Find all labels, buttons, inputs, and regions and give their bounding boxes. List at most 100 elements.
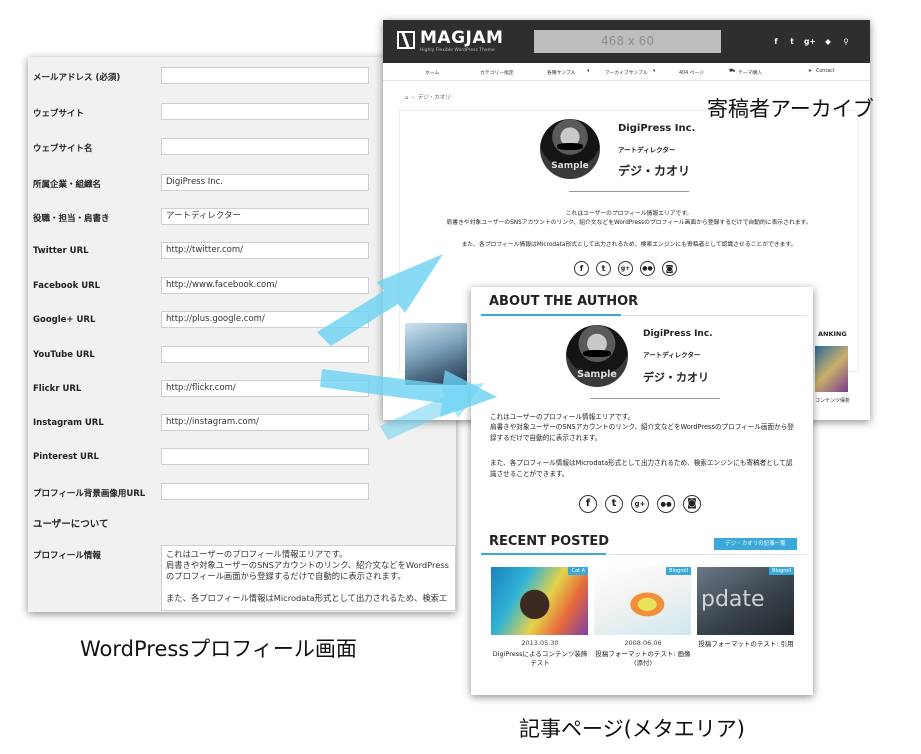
author-desc-line5: 識させることができます。 — [490, 470, 569, 478]
instagram-icon[interactable]: ◙ — [662, 261, 677, 276]
facebook-icon[interactable]: f — [574, 261, 589, 276]
profile-info-textarea[interactable]: これはユーザーのプロフィール情報エリアです。 肩書きや対象ユーザーのSNSアカウ… — [161, 545, 456, 611]
author-desc-line3: また、各プロフィール情報はMicrodata形式として出力されるため、検索エンジ… — [461, 242, 797, 248]
nav-dropdown-icon: ▾ — [653, 69, 656, 74]
twitter-icon[interactable]: t — [787, 37, 797, 46]
facebook-icon[interactable]: f — [771, 37, 781, 46]
divider — [569, 191, 689, 192]
googleplus-url-field[interactable]: http://plus.google.com/ — [161, 311, 369, 328]
google-plus-icon[interactable]: g+ — [618, 261, 633, 276]
avatar-glasses — [556, 143, 584, 150]
avatar-sample-label: Sample — [577, 369, 617, 380]
youtube-label: YouTube URL — [33, 350, 95, 360]
facebook-label: Facebook URL — [33, 281, 101, 291]
flickr-label: Flickr URL — [33, 384, 82, 394]
role-label: 役職・担当・肩書き — [33, 214, 110, 224]
breadcrumb-current: デジ・カオリ — [417, 95, 451, 101]
section-accent-rule — [481, 314, 621, 316]
about-user-heading: ユーザーについて — [33, 519, 109, 530]
website-field[interactable] — [161, 103, 369, 120]
post-thumbnail-3[interactable]: Blogroll pdate — [697, 567, 794, 635]
flickr-icon[interactable]: ●● — [640, 261, 655, 276]
avatar-glasses — [583, 349, 611, 357]
flickr-url-field[interactable]: http://flickr.com/ — [161, 380, 369, 397]
author-name: デジ・カオリ — [643, 371, 709, 384]
post-category-badge[interactable]: Cat A — [568, 567, 588, 575]
author-name: デジ・カオリ — [618, 164, 691, 178]
breadcrumb: ⌂ › デジ・カオリ — [405, 93, 451, 101]
post-thumbnail-mountain[interactable] — [405, 323, 467, 385]
nav-category[interactable]: カテゴリー指定 — [480, 69, 514, 76]
role-field[interactable]: アートディレクター — [161, 208, 369, 225]
article-page-panel: ABOUT THE AUTHOR Sample DigiPress Inc. ア… — [471, 287, 813, 695]
author-avatar: Sample — [540, 119, 600, 179]
pinterest-url-field[interactable] — [161, 448, 369, 465]
post-category-badge[interactable]: Blogroll — [769, 567, 794, 575]
profile-bg-url-field[interactable] — [161, 483, 369, 500]
author-desc-line2: 肩書きや対象ユーザーのSNSアカウントのリンク、紹介文などをWordPressの… — [446, 220, 812, 226]
google-plus-icon[interactable]: g+ — [804, 37, 816, 46]
post-date: 2013.05.30 — [521, 639, 559, 647]
post-date: 2008.06.06 — [624, 639, 662, 647]
twitter-url-field[interactable]: http://twitter.com/ — [161, 242, 369, 259]
caption-article: 記事ページ(メタエリア) — [519, 717, 745, 741]
post-title[interactable]: 投稿フォーマットのテスト: 引用 — [696, 640, 796, 649]
post-title[interactable]: DigiPressによるコンテンツ装飾テスト — [490, 650, 590, 668]
post-thumbnail-2[interactable]: Blogroll — [594, 567, 691, 635]
website-name-label: ウェブサイト名 — [33, 144, 93, 154]
author-desc-line3: 録するだけで自動的に表示されます。 — [490, 434, 602, 442]
recent-posted-title: RECENT POSTED — [489, 534, 610, 549]
section-accent-rule — [481, 553, 606, 555]
logo-tagline: Highly Flexible WordPress Theme — [420, 48, 495, 53]
home-icon[interactable]: ⌂ — [405, 95, 409, 101]
logo-icon — [397, 31, 415, 49]
twitter-icon[interactable]: t — [596, 261, 611, 276]
nav-buy-theme[interactable]: テーマ購入 — [738, 69, 762, 76]
author-desc-line1: これはユーザーのプロフィール情報エリアです。 — [565, 211, 693, 217]
ranking-caption: コンテンツ保析 — [815, 398, 851, 404]
website-name-field[interactable] — [161, 138, 369, 155]
flickr-icon[interactable]: ●● — [657, 495, 675, 513]
site-header: MAGJAM Highly Flexible WordPress Theme 4… — [383, 20, 870, 63]
author-desc-line4: また、各プロフィール情報はMicrodata形式として出力されるため、検索エンジ… — [490, 459, 793, 467]
google-plus-icon[interactable]: g+ — [631, 495, 649, 513]
profile-info-label: プロフィール情報 — [33, 551, 101, 561]
facebook-icon[interactable]: f — [579, 495, 597, 513]
nav-archive-samples[interactable]: アーカイブサンプル — [605, 69, 648, 76]
author-role: アートディレクター — [643, 351, 701, 359]
nav-home[interactable]: ホーム — [425, 69, 439, 76]
post-category-badge[interactable]: Blogroll — [666, 567, 691, 575]
rss-icon[interactable]: ◆ — [823, 37, 833, 46]
breadcrumb-separator-icon: › — [410, 95, 416, 101]
instagram-url-field[interactable]: http://instagram.com/ — [161, 414, 369, 431]
author-desc-line1: これはユーザーのプロフィール情報エリアです。 — [490, 413, 635, 421]
nav-contact[interactable]: Contact — [816, 69, 835, 74]
nav-404[interactable]: 404 ページ — [679, 69, 704, 76]
logo-text[interactable]: MAGJAM — [420, 28, 503, 48]
pinterest-row: Pinterest URL — [28, 448, 456, 470]
author-company: DigiPress Inc. — [618, 123, 696, 134]
send-icon: ➤ — [808, 69, 813, 74]
nav-samples[interactable]: 各種サンプル — [547, 69, 576, 76]
global-nav: ホーム カテゴリー指定 各種サンプル ▾ アーカイブサンプル ▾ 404 ページ… — [383, 63, 870, 81]
instagram-label: Instagram URL — [33, 418, 104, 428]
search-icon[interactable]: ⚲ — [841, 37, 851, 46]
author-posts-button[interactable]: デジ・カオリの記事一覧 — [714, 538, 797, 550]
post-thumbnail-1[interactable]: Cat A — [491, 567, 588, 635]
website-label: ウェブサイト — [33, 109, 85, 119]
facebook-url-field[interactable]: http://www.facebook.com/ — [161, 277, 369, 294]
twitter-label: Twitter URL — [33, 246, 89, 256]
company-field[interactable]: DigiPress Inc. — [161, 174, 369, 191]
youtube-url-field[interactable] — [161, 346, 369, 363]
email-label: メールアドレス (必須) — [33, 73, 121, 83]
cart-icon: ⛟ — [729, 69, 736, 74]
twitter-icon[interactable]: t — [605, 495, 623, 513]
instagram-icon[interactable]: ◙ — [683, 495, 701, 513]
ad-banner[interactable]: 468 x 60 — [534, 30, 721, 53]
post-title[interactable]: 投稿フォーマットのテスト: 画像 (添付) — [593, 650, 693, 668]
profile-bg-row: プロフィール背景画像用URL — [28, 483, 456, 505]
email-field[interactable] — [161, 67, 369, 84]
avatar-sample-label: Sample — [551, 161, 589, 171]
nav-dropdown-icon: ▾ — [587, 69, 590, 74]
ranking-thumbnail[interactable] — [815, 346, 848, 392]
